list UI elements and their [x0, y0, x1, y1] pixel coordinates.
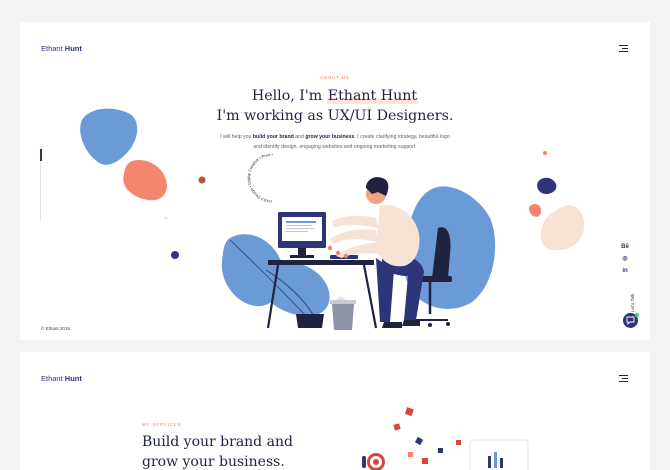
- hero-illustration: UX/UI Design • Digital Creative • Print …: [80, 108, 585, 330]
- dot: [171, 251, 179, 259]
- behance-icon[interactable]: Bē: [620, 241, 630, 253]
- linkedin-icon[interactable]: in: [620, 265, 630, 277]
- dot: [164, 216, 168, 220]
- dot: [543, 151, 547, 155]
- social-links: Bē ◎ in: [620, 241, 630, 277]
- navy-blob-right: [537, 177, 557, 194]
- peach-blob-right: [540, 205, 585, 251]
- services-section: Ethant Hunt MY SERVICES Build your brand…: [20, 352, 650, 470]
- svg-text:UX/UI Design • Digital Creativ: UX/UI Design • Digital Creative • Print …: [246, 152, 273, 204]
- online-indicator: [635, 313, 639, 317]
- coral-blob-left: [123, 160, 167, 201]
- lets-talk-label: Let's Talk: [630, 293, 635, 312]
- services-illustration: [362, 407, 529, 470]
- copyright-text: © Ethant 2019.: [41, 326, 72, 331]
- dot: [198, 176, 206, 184]
- blue-circle: [421, 189, 451, 219]
- chat-icon[interactable]: [623, 313, 639, 328]
- circle-text-badge: UX/UI Design • Digital Creative • Print …: [246, 152, 273, 204]
- desk-top: [268, 260, 374, 265]
- dribbble-icon[interactable]: ◎: [620, 253, 630, 265]
- trash-bin: [332, 304, 354, 330]
- blue-blob-left: [80, 108, 138, 165]
- plant-pot: [296, 314, 324, 328]
- hero-section: Ethant Hunt ABOUT ME Hello, I'm Ethant H…: [20, 22, 650, 340]
- coral-blob-right: [528, 204, 542, 217]
